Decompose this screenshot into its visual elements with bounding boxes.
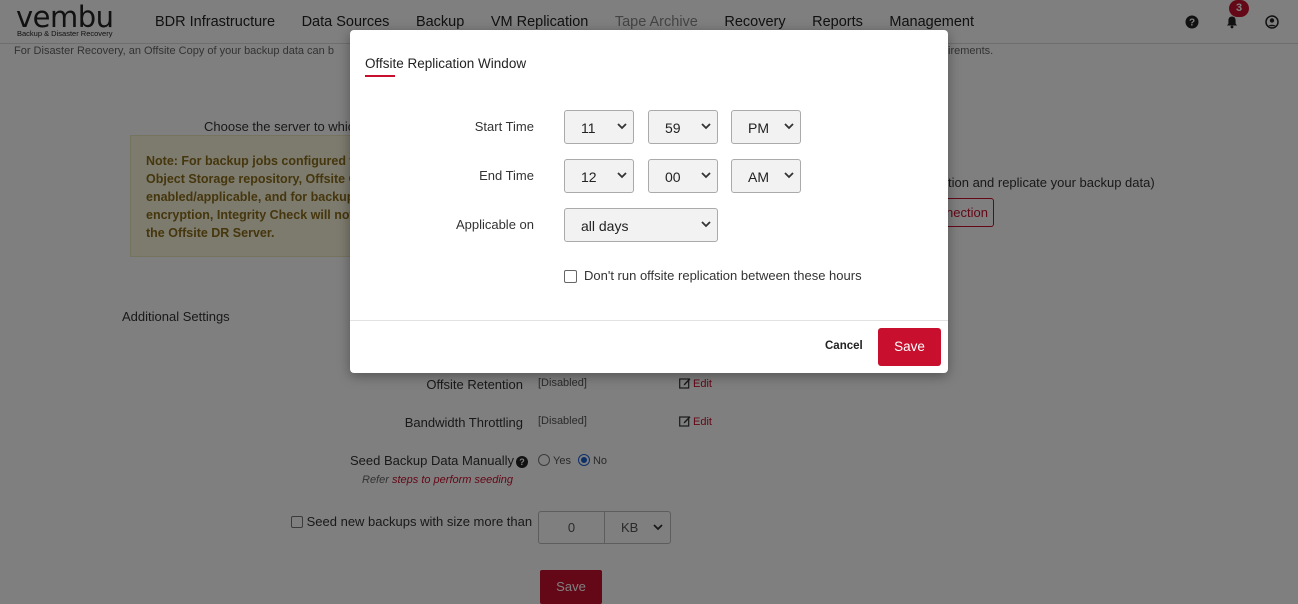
end-period-select[interactable]: AM bbox=[731, 159, 801, 193]
end-hour-select[interactable]: 12 bbox=[564, 159, 634, 193]
start-period-select[interactable]: PM bbox=[731, 110, 801, 144]
chevron-down-icon bbox=[701, 172, 711, 179]
start-hour-value: 11 bbox=[581, 120, 596, 136]
chevron-down-icon bbox=[701, 221, 711, 228]
start-period-value: PM bbox=[748, 120, 769, 136]
applicable-on-select[interactable]: all days bbox=[564, 208, 718, 242]
chevron-down-icon bbox=[617, 123, 627, 130]
chevron-down-icon bbox=[784, 123, 794, 130]
dialog-divider bbox=[350, 320, 948, 321]
end-period-value: AM bbox=[748, 169, 769, 185]
chevron-down-icon bbox=[617, 172, 627, 179]
end-hour-value: 12 bbox=[581, 169, 597, 185]
chevron-down-icon bbox=[784, 172, 794, 179]
end-minute-value: 00 bbox=[665, 169, 681, 185]
start-hour-select[interactable]: 11 bbox=[564, 110, 634, 144]
dont-run-checkbox[interactable] bbox=[564, 270, 577, 283]
applicable-on-value: all days bbox=[581, 218, 629, 234]
offsite-replication-window-dialog: Offsite Replication Window Start Time 11… bbox=[350, 30, 948, 373]
applicable-on-label: Applicable on bbox=[455, 217, 534, 232]
chevron-down-icon bbox=[701, 123, 711, 130]
save-button[interactable]: Save bbox=[878, 328, 941, 366]
dialog-title: Offsite Replication Window bbox=[365, 56, 527, 71]
start-time-label: Start Time bbox=[474, 119, 534, 134]
dont-run-label: Don't run offsite replication between th… bbox=[584, 268, 862, 283]
start-minute-value: 59 bbox=[665, 120, 681, 136]
cancel-button[interactable]: Cancel bbox=[825, 340, 863, 352]
title-underline bbox=[365, 75, 395, 77]
end-time-label: End Time bbox=[479, 168, 534, 183]
end-minute-select[interactable]: 00 bbox=[648, 159, 718, 193]
start-minute-select[interactable]: 59 bbox=[648, 110, 718, 144]
